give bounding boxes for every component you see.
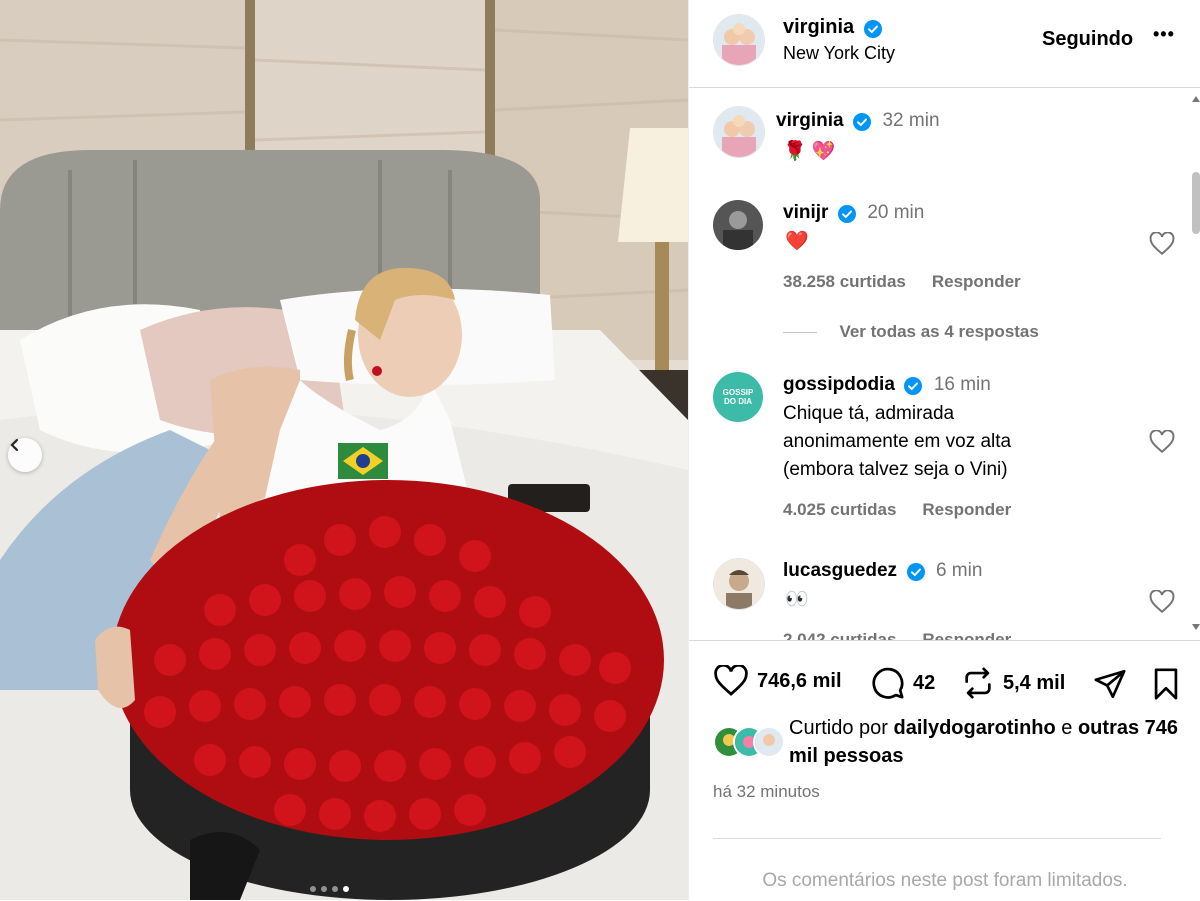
more-options-icon[interactable]: •••	[1153, 24, 1175, 45]
verified-badge-icon	[906, 562, 925, 581]
verified-badge-icon	[853, 112, 872, 131]
comment-time[interactable]: 20 min	[867, 202, 924, 223]
gossip-avatar-text: GOSSIP DO DIA	[722, 388, 754, 406]
commenter-avatar[interactable]: GOSSIP DO DIA	[713, 372, 763, 422]
comment-text: 👀	[785, 589, 809, 610]
reply-button[interactable]: Responder	[922, 630, 1011, 640]
post-timestamp[interactable]: há 32 minutos	[713, 782, 820, 802]
commenter-username[interactable]: gossipdodia	[783, 374, 895, 395]
reposts-count[interactable]: 5,4 mil	[1003, 672, 1065, 695]
commenter-username[interactable]: vinijr	[783, 202, 828, 223]
comments-limited-notice: Os comentários neste post foram limitado…	[762, 870, 1128, 891]
caption-username[interactable]: virginia	[776, 110, 844, 131]
repost-icon	[965, 667, 991, 699]
comment-text: ❤️	[785, 231, 809, 252]
author-avatar[interactable]	[713, 106, 765, 158]
comment-text: Chique tá, admirada anonimamente em voz …	[783, 403, 1012, 480]
comment-likes-count[interactable]: 38.258 curtidas	[783, 272, 906, 291]
commenter-username[interactable]: lucasguedez	[783, 560, 897, 581]
post-actions: 746,6 mil 42 5,4 mil	[689, 640, 1200, 901]
post-location[interactable]: New York City	[783, 43, 895, 64]
footer-divider	[713, 838, 1161, 839]
reply-button[interactable]: Responder	[932, 272, 1021, 291]
commenter-avatar[interactable]	[713, 558, 765, 610]
share-send-icon[interactable]	[1092, 667, 1128, 701]
verified-badge-icon	[863, 19, 882, 38]
following-button[interactable]: Seguindo	[1042, 28, 1133, 51]
post-image[interactable]	[0, 0, 688, 900]
comment-time[interactable]: 6 min	[936, 560, 982, 581]
verified-badge-icon	[837, 204, 856, 223]
comment-like-heart-icon[interactable]	[1149, 232, 1175, 256]
post-header: virginia New York City Seguindo •••	[689, 0, 1200, 88]
view-replies-label[interactable]: Ver todas as 4 respostas	[839, 322, 1038, 341]
view-replies-toggle[interactable]: Ver todas as 4 respostas	[783, 322, 1039, 342]
liked-by-user[interactable]: dailydogarotinho	[894, 717, 1056, 739]
carousel-previous-button[interactable]	[8, 438, 42, 472]
likes-count[interactable]: 746,6 mil	[757, 670, 842, 693]
comment-button[interactable]: 42	[871, 666, 935, 700]
liked-by-prefix: Curtido por	[789, 717, 888, 739]
comment-time[interactable]: 16 min	[934, 374, 991, 395]
scrollbar-thumb[interactable]	[1192, 172, 1200, 234]
scroll-down-arrow-icon[interactable]	[1192, 624, 1200, 630]
comment-like-heart-icon[interactable]	[1149, 430, 1175, 454]
liked-by-connector: e	[1061, 717, 1073, 739]
verified-badge-icon	[904, 376, 923, 395]
carousel-dot	[310, 886, 316, 892]
like-button[interactable]: 746,6 mil	[713, 665, 842, 697]
replies-divider-line	[783, 332, 817, 334]
author-username[interactable]: virginia	[783, 16, 854, 38]
heart-icon	[714, 665, 748, 696]
caption-time[interactable]: 32 min	[882, 110, 939, 131]
comment-likes-count[interactable]: 4.025 curtidas	[783, 500, 896, 519]
carousel-dot-active	[343, 886, 349, 892]
chevron-left-icon	[10, 438, 19, 452]
carousel-dot	[321, 886, 327, 892]
liker-avatar[interactable]	[753, 726, 785, 758]
author-avatar[interactable]	[713, 14, 765, 66]
comments-list[interactable]: virginia 32 min 🌹 💖 vinijr 20 min ❤️ 38.…	[689, 88, 1200, 640]
caption-text: 🌹 💖	[783, 141, 836, 162]
save-bookmark-icon[interactable]	[1149, 667, 1183, 701]
comment-likes-count[interactable]: 2.042 curtidas	[783, 630, 896, 640]
comments-count[interactable]: 42	[913, 672, 935, 695]
carousel-dot	[332, 886, 338, 892]
reply-button[interactable]: Responder	[922, 500, 1011, 519]
carousel-indicator	[310, 886, 349, 892]
comment-bubble-icon	[872, 667, 904, 699]
repost-button[interactable]: 5,4 mil	[961, 666, 1065, 700]
commenter-avatar[interactable]	[713, 200, 763, 250]
scroll-up-arrow-icon[interactable]	[1192, 96, 1200, 102]
comment-like-heart-icon[interactable]	[1149, 590, 1175, 614]
post-side-panel: virginia New York City Seguindo ••• virg…	[688, 0, 1200, 900]
post-image-illustration	[0, 0, 688, 900]
